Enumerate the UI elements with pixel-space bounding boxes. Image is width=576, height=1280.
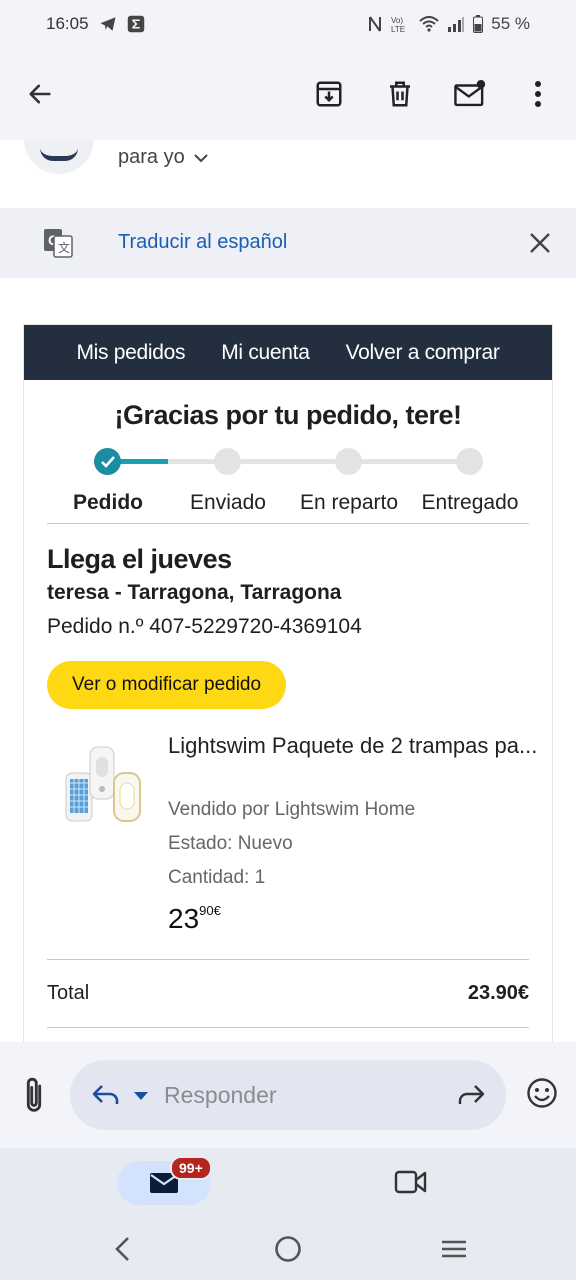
product-title[interactable]: Lightswim Paquete de 2 trampas pa... [168, 729, 538, 763]
status-time: 16:05 [46, 14, 89, 33]
battery-percent: 55 % [491, 14, 530, 33]
close-translate-button[interactable] [522, 225, 558, 261]
price-main: 23 [168, 903, 200, 934]
svg-text:LTE: LTE [391, 25, 405, 33]
reply-icon[interactable] [90, 1080, 122, 1110]
step-dot-delivered [456, 448, 483, 475]
close-icon [530, 233, 550, 253]
chevron-down-icon [194, 153, 208, 162]
product-seller: Vendido por Lightswim Home [168, 799, 416, 820]
delete-icon [390, 81, 410, 107]
modify-order-button[interactable]: Ver o modificar pedido [47, 661, 287, 709]
translate-link[interactable]: Traducir al español [118, 231, 287, 254]
email-toolbar [0, 48, 576, 140]
system-nav [0, 1220, 576, 1280]
product-price: 2390€ [168, 903, 221, 935]
back-button[interactable] [16, 70, 64, 118]
system-home-icon[interactable] [273, 1234, 303, 1264]
unread-badge: 99+ [170, 1156, 212, 1180]
step-dot-ordered [94, 448, 121, 475]
battery-icon [473, 15, 484, 33]
paperclip-icon [26, 1077, 42, 1112]
attach-button[interactable] [16, 1076, 52, 1116]
to-label: para yo [118, 146, 185, 168]
recipient-toggle[interactable]: para yo [118, 146, 209, 169]
nav-buy-again[interactable]: Volver a comprar [346, 341, 500, 365]
store-nav: Mis pedidos Mi cuenta Volver a comprar [24, 325, 552, 380]
telegram-icon [99, 15, 117, 33]
translate-icon: G 文 [44, 229, 73, 258]
step-dot-shipped [214, 448, 241, 475]
volte-icon: Vo) LTE [391, 15, 411, 33]
reply-bar: Responder [0, 1042, 576, 1148]
sender-row: para yo [0, 140, 576, 208]
total-label: Total [47, 982, 90, 1004]
reply-input[interactable]: Responder [70, 1060, 506, 1130]
emoji-icon[interactable] [526, 1077, 558, 1109]
system-back-icon[interactable] [110, 1234, 134, 1264]
product-image[interactable] [60, 743, 144, 833]
svg-text:Vo): Vo) [391, 16, 403, 25]
arrow-left-icon [29, 84, 51, 104]
order-email: Mis pedidos Mi cuenta Volver a comprar ¡… [23, 324, 553, 1042]
step-label-delivered: Entregado [421, 491, 519, 514]
step-label-shipped: Enviado [190, 491, 266, 514]
check-icon [100, 455, 115, 468]
signal-icon [447, 16, 465, 32]
step-label-ordered: Pedido [72, 491, 144, 514]
email-content[interactable]: para yo G 文 Traducir al español Mis pedi… [0, 140, 576, 1042]
forward-icon[interactable] [456, 1081, 486, 1109]
archive-button[interactable] [305, 70, 353, 118]
more-options-button[interactable] [514, 70, 562, 118]
mark-unread-icon [454, 80, 486, 107]
product-quantity: Cantidad: 1 [168, 867, 266, 888]
nav-my-orders[interactable]: Mis pedidos [76, 341, 185, 365]
thanks-heading: ¡Gracias por tu pedido, tere! [114, 400, 462, 430]
translate-bar: G 文 Traducir al español [0, 208, 576, 278]
more-vert-icon [535, 81, 541, 107]
price-cents: 90€ [199, 903, 221, 918]
status-bar: 16:05 Vo) LTE 55 % [0, 0, 576, 48]
arrival-date: Llega el jueves [47, 544, 232, 574]
step-dot-out-for-delivery [335, 448, 362, 475]
order-total: Total 23.90€ [24, 960, 552, 1027]
divider [47, 1027, 529, 1028]
svg-text:文: 文 [58, 240, 70, 255]
product-condition: Estado: Nuevo [168, 833, 293, 854]
avatar[interactable] [24, 140, 94, 174]
delivery-info: Llega el jueves teresa - Tarragona, Tarr… [24, 524, 552, 709]
sigma-app-icon [127, 15, 145, 33]
order-progress: Pedido Enviado En reparto Entregado [24, 443, 552, 523]
bottom-nav: 99+ [0, 1148, 576, 1220]
tab-meet[interactable] [393, 1168, 429, 1201]
system-recents-icon[interactable] [439, 1234, 469, 1264]
archive-icon [316, 81, 342, 107]
nfc-icon [367, 15, 383, 33]
step-label-out-for-delivery: En reparto [299, 491, 399, 514]
total-value: 23.90€ [467, 982, 529, 1004]
nav-my-account[interactable]: Mi cuenta [221, 341, 310, 365]
reply-placeholder[interactable]: Responder [164, 1082, 277, 1109]
order-item[interactable]: Lightswim Paquete de 2 trampas pa... Ven… [24, 719, 552, 959]
mark-unread-button[interactable] [446, 70, 494, 118]
delete-button[interactable] [376, 70, 424, 118]
caret-down-icon[interactable] [134, 1092, 148, 1100]
wifi-icon [419, 16, 439, 32]
order-number: Pedido n.º 407-5229720-4369104 [47, 615, 362, 638]
video-camera-icon [394, 1170, 427, 1194]
shipping-address: teresa - Tarragona, Tarragona [47, 581, 342, 604]
